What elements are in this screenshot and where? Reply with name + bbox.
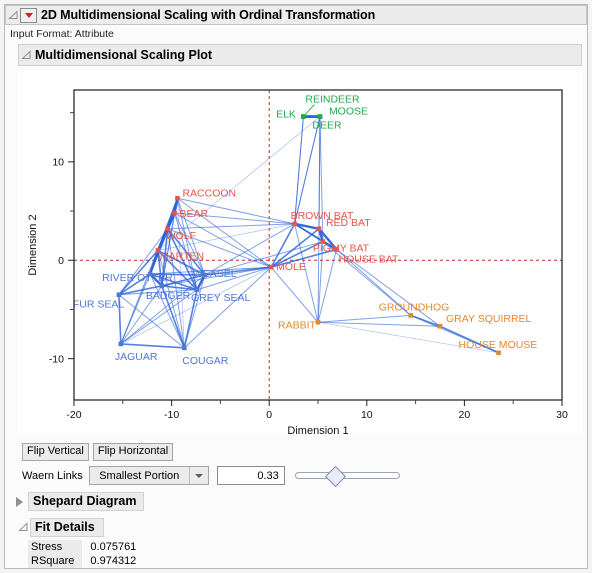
waern-links-row: Waern Links Smallest Portion 0.33 [22,465,400,488]
data-point-label: GROUNDHOG [379,301,450,313]
y-tick-label: 10 [52,156,64,168]
report-title-bar: 2D Multidimensional Scaling with Ordinal… [5,5,587,25]
data-point-label: GRAY SQUIRREL [446,313,532,325]
data-point-label: RIVER OTTER [102,272,173,284]
fit-stat-name: RSquare [28,554,83,568]
data-point-label: RED BAT [326,217,371,229]
fit-details-label: Fit Details [30,518,104,537]
data-point-marker[interactable] [317,114,323,119]
x-tick-label: -10 [164,409,179,421]
flip-vertical-button[interactable]: Flip Vertical [22,443,89,461]
x-tick-label: 10 [361,409,373,421]
data-point-label: RABBIT [278,319,317,331]
data-point-label: MARTEN [160,250,204,262]
data-point-marker[interactable] [181,345,187,351]
data-point-marker[interactable] [268,264,274,270]
data-point-label: WEASEL [193,268,237,280]
disclosure-open-icon[interactable] [6,9,20,21]
data-point-label: BADGER [146,290,191,302]
y-tick-label: 0 [58,255,64,267]
fit-details-table: Stress 0.075761 RSquare 0.974312 [28,540,138,568]
data-point-marker[interactable] [334,247,339,252]
data-point-label: JAGUAR [115,351,158,363]
data-point-label: GREY SEAL [191,292,250,304]
section-title: Multidimensional Scaling Plot [35,48,213,62]
data-point-marker[interactable] [118,341,124,347]
slider-track[interactable] [294,472,400,479]
x-tick-label: 20 [459,409,471,421]
fit-stat-name: Stress [28,540,83,554]
data-point-label: RACCOON [182,187,236,199]
data-point-marker[interactable] [316,226,322,232]
data-point-label: REINDEER [305,94,360,106]
shepard-diagram-label: Shepard Diagram [28,492,144,511]
data-point-marker[interactable] [437,323,443,329]
data-point-label: DEER [312,120,342,132]
data-point-label: FUR SEAL [73,299,125,311]
disclosure-open-icon[interactable] [19,49,33,61]
data-point-label: HOUSE MOUSE [459,339,538,351]
flip-button-row: Flip Vertical Flip Horizontal [22,443,174,461]
data-point-label: WOLF [166,230,196,242]
section-header-mds-plot[interactable]: Multidimensional Scaling Plot [18,44,582,66]
data-point-label: HOUSE BAT [339,253,399,265]
threshold-input[interactable]: 0.33 [216,466,285,485]
data-point-marker[interactable] [172,210,177,216]
disclosure-closed-icon[interactable] [16,496,23,507]
x-axis-title: Dimension 1 [287,425,348,435]
y-tick-label: -10 [49,353,64,365]
data-point-marker[interactable] [408,313,414,318]
data-point-marker[interactable] [315,319,321,325]
table-row: RSquare 0.974312 [28,554,138,568]
waern-links-select[interactable]: Smallest Portion [88,466,209,485]
disclosure-open-icon[interactable] [16,522,30,533]
waern-links-label: Waern Links [22,469,83,482]
chevron-down-icon[interactable] [188,467,208,484]
table-row: Stress 0.075761 [28,540,138,554]
threshold-slider[interactable] [294,465,400,488]
x-tick-label: 30 [556,409,568,421]
section-header-fit-details[interactable]: Fit Details [16,518,104,537]
data-point-marker[interactable] [175,195,180,201]
data-point-label: MOLE [276,261,306,273]
x-tick-label: 0 [266,409,272,421]
page-title: 2D Multidimensional Scaling with Ordinal… [41,8,376,22]
data-point-marker[interactable] [159,283,165,289]
data-point-label: BEAR [180,208,209,220]
y-axis-title: Dimension 2 [27,214,39,275]
red-triangle-menu-icon[interactable] [20,7,37,23]
waern-links-value: Smallest Portion [99,469,180,482]
mds-scatter-plot[interactable]: RACCOON BEAR WOLF MARTEN BROWN BAT RED BAT PIG… [18,70,582,435]
input-format-label: Input Format: Attribute [10,28,114,40]
slider-thumb[interactable] [324,465,346,488]
fit-stat-value: 0.974312 [90,555,137,567]
flip-horizontal-button[interactable]: Flip Horizontal [92,443,174,461]
x-tick-label: -20 [66,409,81,421]
section-header-shepard-diagram[interactable]: Shepard Diagram [16,492,144,511]
data-point-marker[interactable] [496,350,501,356]
data-point-label: COUGAR [182,355,229,367]
data-point-marker[interactable] [292,221,297,227]
fit-stat-value: 0.075761 [90,541,137,553]
data-point-marker[interactable] [116,292,122,297]
data-point-label: ELK [276,109,296,121]
data-point-label: MOOSE [329,106,368,118]
mds-report-window: 2D Multidimensional Scaling with Ordinal… [0,0,592,573]
mds-plot-canvas: RACCOONBEARWOLFMARTENBROWN BATRED BATPIG… [27,89,568,435]
